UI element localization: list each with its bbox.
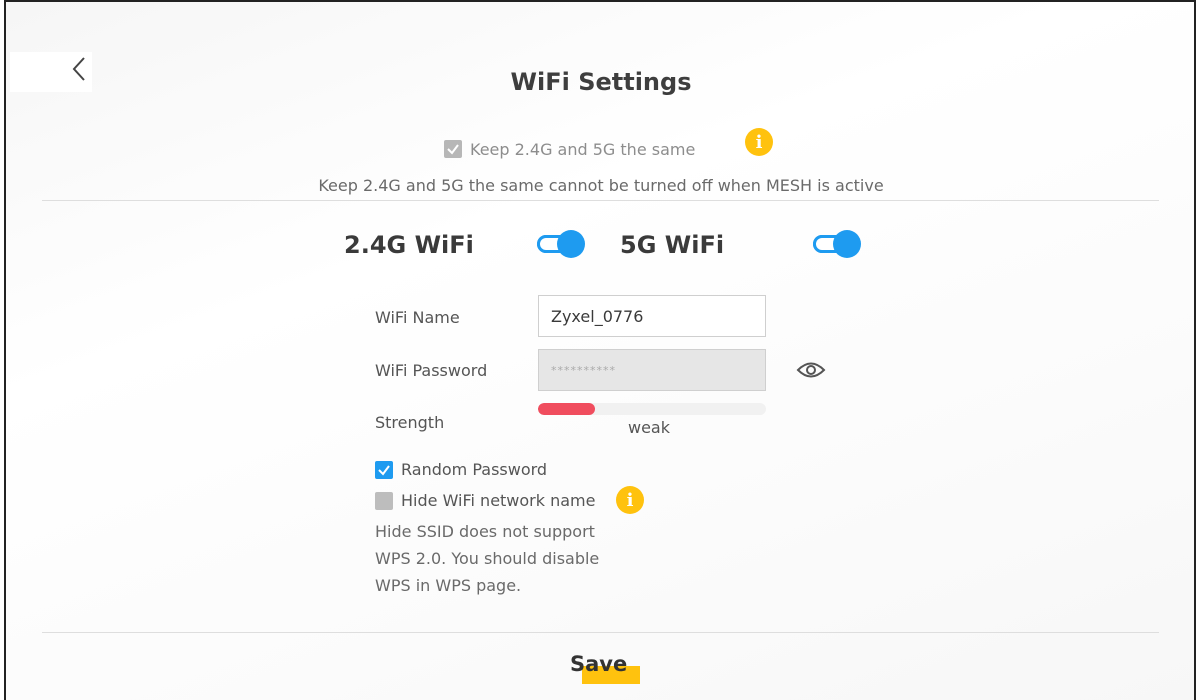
strength-bar [538, 403, 766, 415]
hide-ssid-label: Hide WiFi network name [401, 491, 596, 510]
band-5g-toggle[interactable] [813, 230, 861, 258]
hide-note-line: WPS 2.0. You should disable [375, 549, 600, 568]
wifi-password-label: WiFi Password [375, 361, 488, 380]
strength-text: weak [628, 418, 670, 437]
checkmark-icon [378, 464, 390, 476]
toggle-knob [833, 230, 861, 258]
random-password-checkbox[interactable] [375, 460, 393, 479]
mesh-note: Keep 2.4G and 5G the same cannot be turn… [318, 176, 884, 195]
random-password-row: Random Password [375, 460, 547, 479]
strength-label: Strength [375, 413, 445, 432]
eye-icon[interactable] [796, 360, 826, 380]
info-icon[interactable]: i [745, 128, 773, 156]
keep-same-row: Keep 2.4G and 5G the same [444, 138, 695, 160]
info-icon[interactable]: i [616, 486, 644, 514]
page-title: WiFi Settings [510, 68, 692, 96]
keep-same-label: Keep 2.4G and 5G the same [470, 139, 696, 159]
toggle-knob [557, 230, 585, 258]
strength-bar-fill [538, 403, 595, 415]
keep-same-checkbox[interactable] [444, 140, 462, 158]
wifi-name-label: WiFi Name [375, 308, 460, 327]
divider-bottom [42, 632, 1159, 633]
band-5g-label: 5G WiFi [620, 231, 725, 259]
hide-note-line: WPS in WPS page. [375, 576, 522, 595]
wifi-name-input[interactable]: Zyxel_0776 [538, 295, 766, 337]
hide-ssid-note: Hide SSID does not support WPS 2.0. You … [375, 518, 599, 599]
checkmark-icon [447, 144, 459, 155]
hide-ssid-checkbox[interactable] [375, 491, 393, 510]
band-24g-toggle[interactable] [537, 230, 585, 258]
hide-ssid-row: Hide WiFi network name [375, 491, 595, 510]
divider-top [42, 200, 1159, 201]
hide-note-line: Hide SSID does not support [375, 522, 595, 541]
save-button[interactable]: Save [570, 652, 640, 684]
wifi-password-input[interactable]: ********** [538, 349, 766, 391]
band-24g-label: 2.4G WiFi [344, 231, 474, 259]
save-label: Save [570, 652, 628, 676]
random-password-label: Random Password [401, 460, 548, 479]
